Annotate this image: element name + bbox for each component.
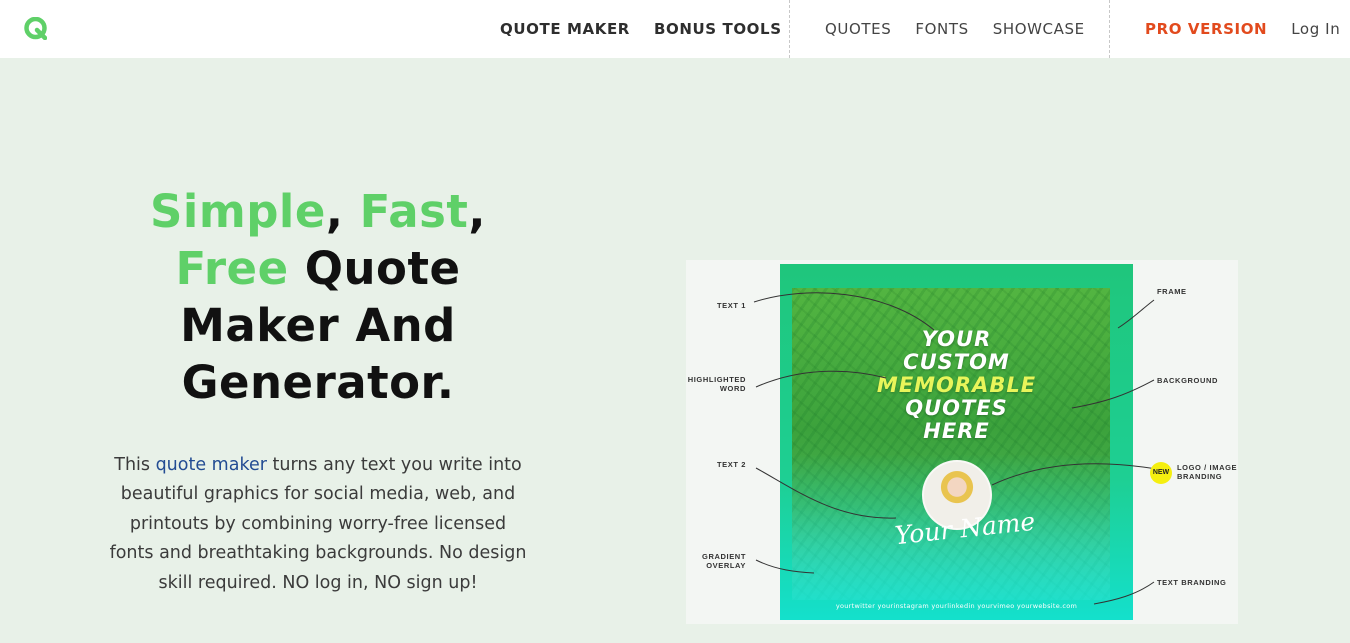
nav-showcase[interactable]: SHOWCASE [993, 20, 1085, 38]
leader-background [1071, 379, 1155, 409]
hero-description: This quote maker turns any text you writ… [108, 451, 528, 598]
label-line: OVERLAY [706, 560, 746, 570]
account-nav: PRO VERSION Log In [1145, 0, 1340, 58]
primary-nav: QUOTE MAKER BONUS TOOLS [500, 0, 806, 58]
title-word-quote: Quote [288, 242, 461, 295]
nav-divider [789, 0, 790, 58]
annotation-leader-lines [753, 292, 1163, 605]
feature-illustration: YOUR CUSTOM MEMORABLE QUOTES HERE Your N… [686, 260, 1238, 624]
new-badge: NEW [1150, 462, 1172, 484]
secondary-nav: QUOTES FONTS SHOWCASE [825, 0, 1109, 58]
label-line: BRANDING [1177, 471, 1223, 481]
title-comma: , [325, 185, 360, 238]
desc-text: turns any text you write into beautiful … [109, 455, 527, 593]
desc-text: This [114, 455, 156, 475]
quote-maker-link[interactable]: quote maker [156, 455, 267, 475]
title-line-maker-and: Maker And [180, 299, 456, 352]
leader-gradient [755, 559, 815, 574]
nav-divider [1109, 0, 1110, 58]
title-word-free: Free [175, 242, 289, 295]
leader-text2 [755, 467, 897, 519]
label-text2: TEXT 2 [716, 460, 746, 469]
nav-bonus-tools[interactable]: BONUS TOOLS [654, 20, 782, 38]
leader-highlighted [755, 370, 887, 388]
pro-version-link[interactable]: PRO VERSION [1145, 20, 1267, 38]
label-logo-image-branding: LOGO / IMAGE BRANDING [1177, 463, 1237, 481]
label-highlighted-word: HIGHLIGHTED WORD [686, 375, 746, 393]
nav-quotes[interactable]: QUOTES [825, 20, 891, 38]
leader-frame [1117, 299, 1155, 329]
label-text1: TEXT 1 [716, 301, 746, 310]
quotes-cover-logo-icon[interactable] [24, 17, 47, 40]
label-line: WORD [719, 383, 746, 393]
login-link[interactable]: Log In [1291, 20, 1340, 38]
nav-quote-maker[interactable]: QUOTE MAKER [500, 20, 630, 38]
leader-logo [991, 463, 1163, 486]
hero-title: Simple, Fast, Free Quote Maker And Gener… [118, 183, 518, 411]
title-line-generator: Generator. [181, 356, 455, 409]
leader-text-branding [1093, 581, 1155, 605]
label-text-branding: TEXT BRANDING [1157, 578, 1227, 587]
top-navbar: QUOTE MAKER BONUS TOOLS QUOTES FONTS SHO… [0, 0, 1350, 58]
label-background: BACKGROUND [1157, 376, 1218, 385]
title-comma: , [468, 185, 487, 238]
title-word-simple: Simple [149, 185, 326, 238]
leader-text1 [753, 292, 935, 331]
title-word-fast: Fast [359, 185, 469, 238]
label-frame: FRAME [1157, 287, 1187, 296]
label-gradient-overlay: GRADIENT OVERLAY [690, 552, 746, 570]
nav-fonts[interactable]: FONTS [915, 20, 968, 38]
